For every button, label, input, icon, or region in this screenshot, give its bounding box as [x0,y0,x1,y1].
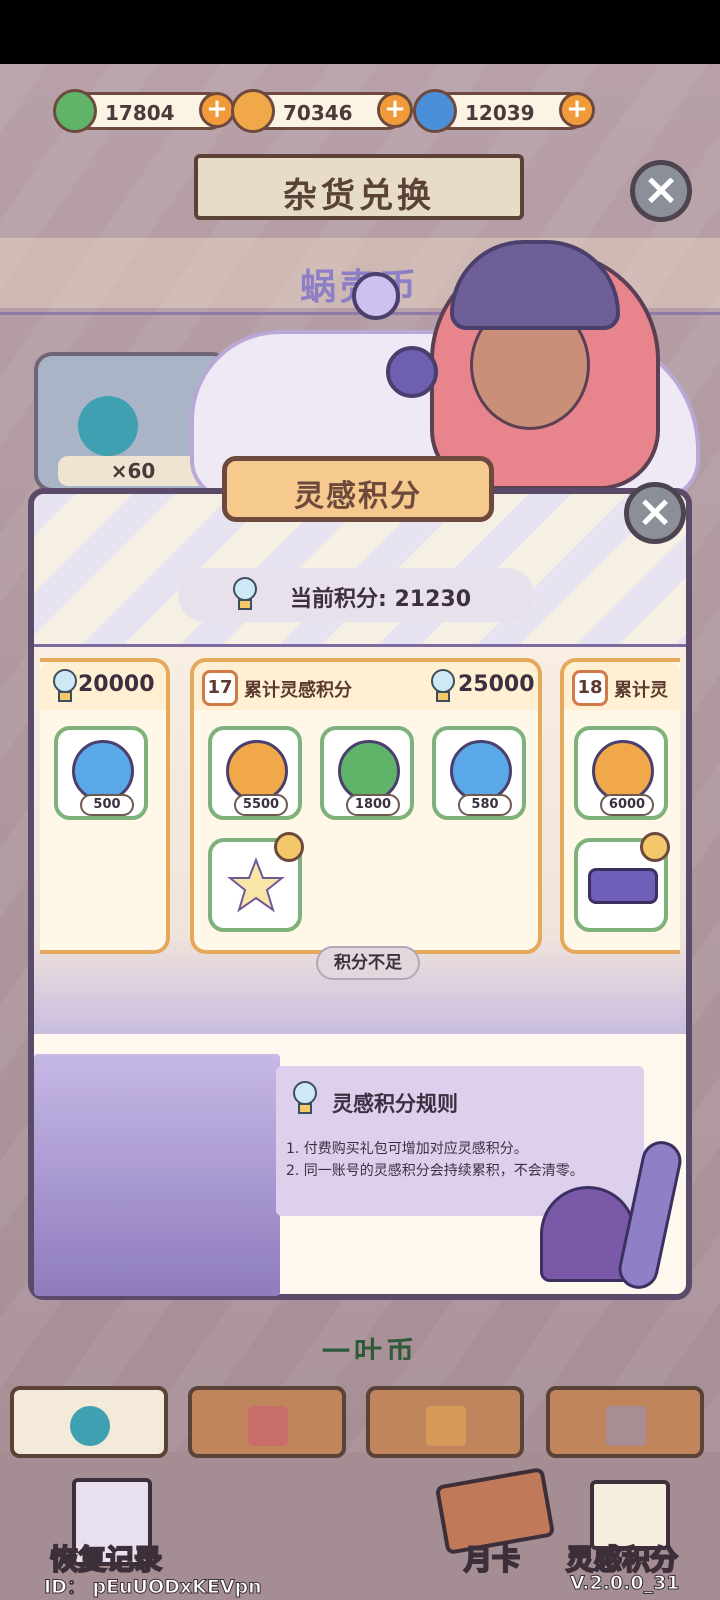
reward-snail-coin[interactable]: 580 [432,726,526,820]
tab-gift[interactable] [366,1386,524,1458]
add-clover-button[interactable]: + [199,92,235,128]
shop-title: 杂货兑换 [283,176,435,216]
rule-line-1: 1. 付费购买礼包可增加对应灵感积分。 [286,1141,528,1157]
snail-coin-icon [72,740,134,802]
tier-number: 17 [202,670,238,706]
monthly-card-button[interactable]: 月卡 [463,1538,521,1578]
bg-partial-title: 一叶币 [322,1335,419,1360]
reward-qty: 5500 [234,794,288,816]
fortune-room-illustration [34,1054,280,1296]
current-score: 当前积分: 21230 [178,568,534,622]
tab-clothing[interactable] [188,1386,346,1458]
magnifier-icon[interactable] [274,832,304,862]
lightbulb-icon [53,669,77,702]
reward-shell-coin[interactable]: 5500 [208,726,302,820]
rules-title: 灵感积分规则 [332,1092,458,1116]
bg-item-qty: ×60 [58,456,208,486]
reward-clover-coin[interactable]: 1800 [320,726,414,820]
orb-icon [386,346,438,398]
current-score-text: 当前积分: 21230 [290,587,471,612]
snail-icon [78,396,138,456]
gift-icon [426,1406,466,1446]
dialog-close-button[interactable]: × [624,482,686,544]
orb-icon [352,272,400,320]
currency-shell-value: 70346 [283,101,353,125]
clover-coin-icon [338,740,400,802]
reward-shell-coin[interactable]: 6000 [574,726,668,820]
user-id: ID： pEuUODxKEVpn [44,1576,263,1599]
tier-card-18: 18 累计灵 6000 [560,658,680,954]
currency-snail-value: 12039 [465,101,535,125]
lightbulb-icon [233,577,257,610]
tab-snail-coin[interactable] [10,1386,168,1458]
divider-top [34,644,686,647]
reward-qty: 1800 [346,794,400,816]
reward-qty: 6000 [600,794,654,816]
currency-snail: 12039 + [413,89,595,133]
star-icon [227,857,285,913]
snail-icon [413,89,457,133]
rule-line-2: 2. 同一账号的灵感积分会持续累积，不会清零。 [286,1163,584,1179]
snail-icon [70,1406,110,1446]
add-shell-button[interactable]: + [377,92,413,128]
tier-threshold: 20000 [78,672,155,697]
tier-label: 累计灵 [614,680,668,701]
insufficient-points-button[interactable]: 积分不足 [316,946,420,980]
tab-scroll[interactable] [546,1386,704,1458]
tier-number: 18 [572,670,608,706]
currency-shell: 70346 + [231,89,413,133]
clover-icon [53,89,97,133]
dialog-title-plate: 灵感积分 [222,456,494,522]
shop-close-button[interactable]: × [630,160,692,222]
add-snail-button[interactable]: + [559,92,595,128]
tier-label: 累计灵感积分 [244,680,352,701]
reward-snail-coin[interactable]: 500 [54,726,148,820]
dialog-title: 灵感积分 [294,479,422,514]
shirt-icon [248,1406,288,1446]
shell-coin-icon [592,740,654,802]
lightbulb-icon [431,669,455,702]
tier-card-17: 17 累计灵感积分 25000 5500 1800 580 [190,658,542,954]
magnifier-icon[interactable] [640,832,670,862]
status-bar [0,0,720,64]
version-label: V.2.0.0_31 [570,1572,681,1595]
cushion-icon [588,868,658,904]
shell-coin-icon [226,740,288,802]
tier-card-16: 20000 500 [40,658,170,954]
lightbulb-icon [293,1081,317,1114]
tier-threshold: 25000 [458,672,535,697]
shop-title-banner: 杂货兑换 [194,154,524,220]
snail-coin-icon [450,740,512,802]
scroll-icon [606,1406,646,1446]
reward-qty: 580 [458,794,512,816]
shell-icon [231,89,275,133]
currency-clover: 17804 + [53,89,235,133]
currency-clover-value: 17804 [105,101,175,125]
reward-qty: 500 [80,794,134,816]
